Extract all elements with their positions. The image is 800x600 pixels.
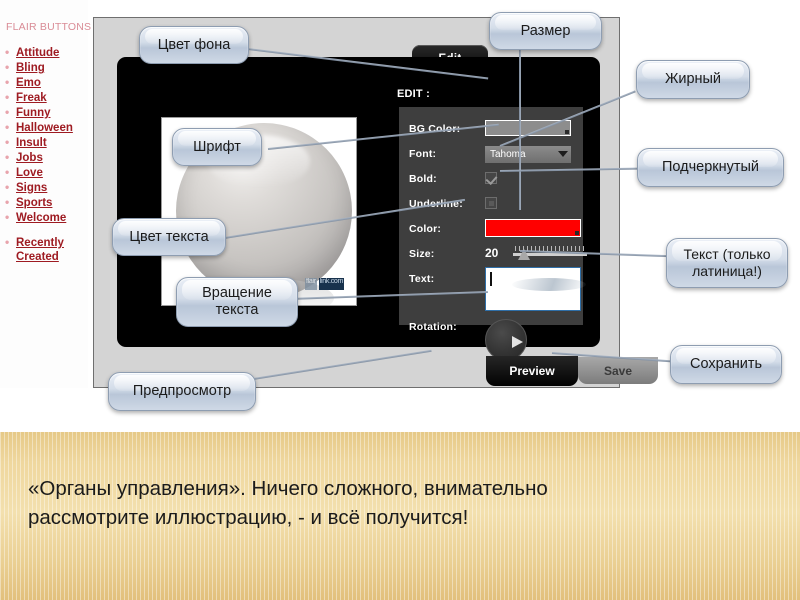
- callout-text-latin-label: Текст (только латиница!): [683, 246, 771, 279]
- callout-underline: Подчеркнутый: [637, 148, 784, 187]
- caption-line-1: «Органы управления». Ничего сложного, вн…: [28, 477, 548, 500]
- callout-underline-label: Подчеркнутый: [661, 159, 760, 175]
- sidebar-item-jobs[interactable]: Jobs: [2, 151, 88, 166]
- text-caret: [490, 272, 492, 286]
- caption-band: «Органы управления». Ничего сложного, вн…: [0, 432, 800, 600]
- tab-preview-label: Preview: [509, 364, 555, 378]
- sidebar-item-bling[interactable]: Bling: [2, 61, 88, 76]
- sidebar-title: FLAIR BUTTONS: [6, 21, 92, 33]
- sidebar-spacer: [2, 227, 88, 237]
- leader-size: [519, 48, 521, 210]
- tab-save[interactable]: Save: [578, 357, 658, 384]
- row-font: Font: Tahoma: [409, 146, 579, 166]
- rotation-label: Rotation:: [409, 321, 457, 333]
- tab-preview[interactable]: Preview: [486, 356, 578, 386]
- color-label: Color:: [409, 223, 442, 235]
- caption-line-2: рассмотрите иллюстрацию, - и всё получит…: [28, 506, 469, 529]
- flash-app-window: Edit flair link.com EDIT : BG Color:: [93, 17, 658, 388]
- callout-size-label: Размер: [520, 22, 571, 39]
- sidebar-item-love[interactable]: Love: [2, 166, 88, 181]
- edit-panel-heading: EDIT :: [397, 88, 430, 100]
- sidebar-link-list: Attitude Bling Emo Freak Funny Halloween…: [2, 46, 88, 266]
- callout-bold: Жирный: [636, 60, 750, 99]
- callout-text-latin: Текст (только латиница!): [666, 238, 788, 288]
- sidebar-item-insult[interactable]: Insult: [2, 136, 88, 151]
- rotation-knob[interactable]: [485, 319, 527, 361]
- watermark-part-a: flair: [305, 278, 317, 290]
- callout-save-label: Сохранить: [689, 356, 763, 372]
- row-size: Size: 20: [409, 246, 587, 266]
- sidebar-item-halloween[interactable]: Halloween: [2, 121, 88, 136]
- sidebar-item-funny[interactable]: Funny: [2, 106, 88, 121]
- callout-preview: Предпросмотр: [108, 372, 256, 411]
- callout-rotation-label: Вращение текста: [202, 285, 272, 318]
- sidebar-item-emo[interactable]: Emo: [2, 76, 88, 91]
- text-label: Text:: [409, 273, 435, 285]
- watermark: flair link.com: [305, 278, 367, 290]
- callout-rotation: Вращение текста: [176, 277, 298, 327]
- sidebar-item-freak[interactable]: Freak: [2, 91, 88, 106]
- sidebar-item-attitude[interactable]: Attitude: [2, 46, 88, 61]
- text-input[interactable]: [485, 267, 586, 311]
- callout-font-label: Шрифт: [193, 138, 241, 155]
- caption-text: «Органы управления». Ничего сложного, вн…: [28, 474, 780, 532]
- font-select[interactable]: Tahoma: [485, 146, 571, 163]
- text-input-glint: [512, 278, 586, 291]
- sidebar-item-recently-created[interactable]: Recently Created: [2, 236, 88, 264]
- watermark-part-b: link.com: [318, 278, 345, 290]
- callout-size: Размер: [489, 12, 602, 50]
- text-color-swatch[interactable]: [485, 219, 581, 237]
- sidebar-item-signs[interactable]: Signs: [2, 181, 88, 196]
- callout-bold-label: Жирный: [664, 71, 722, 87]
- bold-label: Bold:: [409, 173, 437, 185]
- callout-bg-color-label: Цвет фона: [157, 36, 231, 53]
- row-underline: Underline:: [409, 196, 579, 216]
- knob-pointer-icon: [512, 336, 523, 348]
- slide: FLAIR BUTTONS Attitude Bling Emo Freak F…: [0, 0, 800, 600]
- callout-text-color: Цвет текста: [112, 218, 226, 256]
- site-sidebar: FLAIR BUTTONS Attitude Bling Emo Freak F…: [0, 0, 92, 388]
- callout-bg-color: Цвет фона: [139, 26, 249, 64]
- callout-save: Сохранить: [670, 345, 782, 384]
- font-label: Font:: [409, 148, 437, 160]
- row-bold: Bold:: [409, 171, 579, 191]
- callout-preview-label: Предпросмотр: [132, 383, 232, 399]
- underline-checkbox[interactable]: [485, 197, 497, 209]
- sidebar-item-welcome[interactable]: Welcome: [2, 211, 88, 226]
- screenshot-area: FLAIR BUTTONS Attitude Bling Emo Freak F…: [0, 0, 800, 432]
- callout-text-color-label: Цвет текста: [129, 228, 209, 245]
- size-value: 20: [485, 246, 499, 260]
- callout-font: Шрифт: [172, 128, 262, 166]
- bold-checkbox[interactable]: [485, 172, 497, 184]
- tab-save-label: Save: [603, 363, 633, 378]
- row-color: Color:: [409, 219, 581, 241]
- sidebar-item-sports[interactable]: Sports: [2, 196, 88, 211]
- chevron-down-icon: [558, 151, 568, 157]
- size-label: Size:: [409, 248, 435, 260]
